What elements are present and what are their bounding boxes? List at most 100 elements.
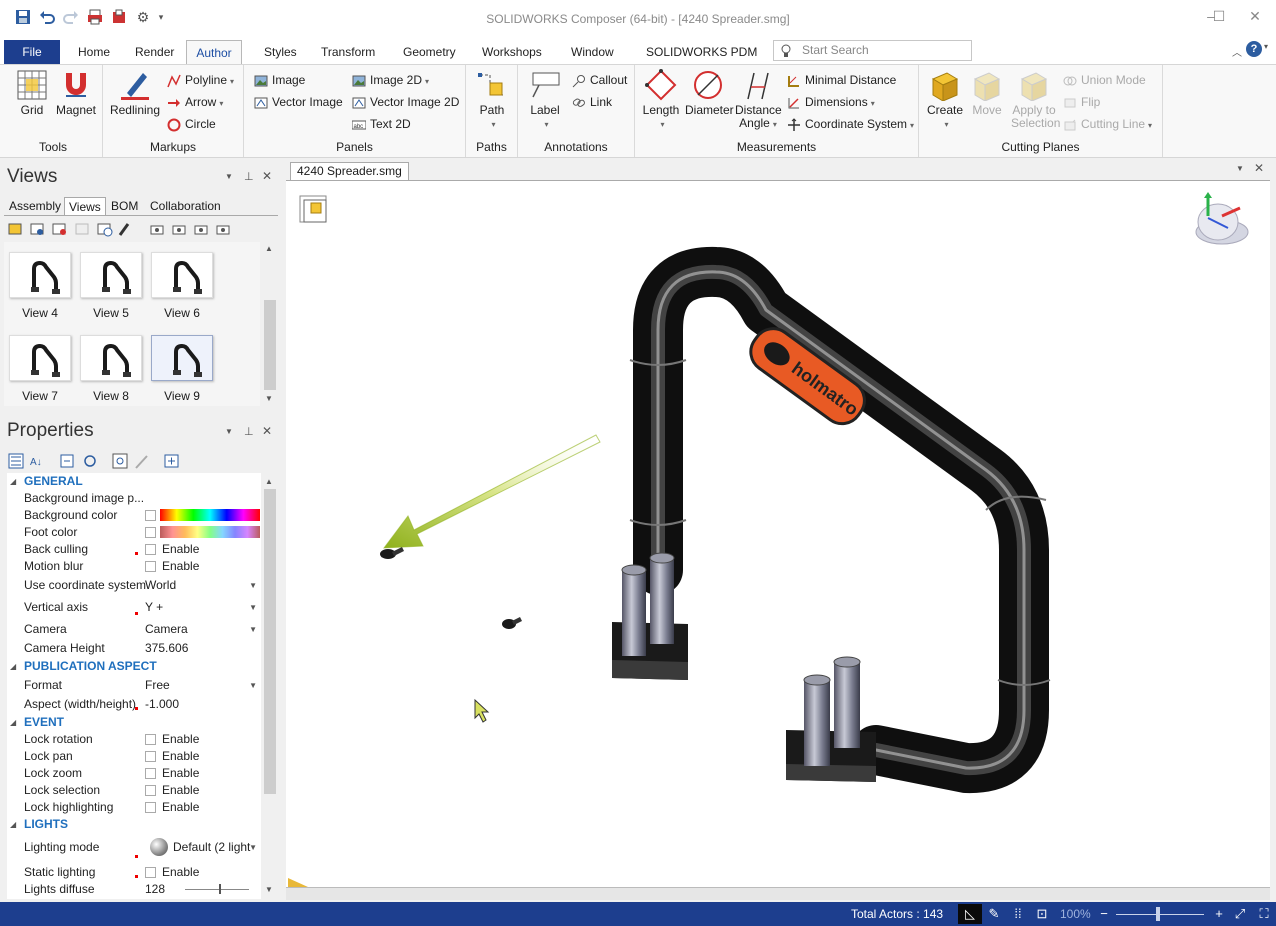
prop-foot-color[interactable]: Foot color — [7, 524, 261, 541]
3d-viewport[interactable]: holmatro — [286, 190, 1270, 887]
views-panel-close-icon[interactable]: ✕ — [262, 169, 272, 183]
prop-static-lighting[interactable]: Static lighting Enable — [7, 864, 261, 881]
fit-to-screen-icon[interactable]: ⤢ — [1232, 906, 1248, 922]
prop-background-image[interactable]: Background image p... — [7, 490, 261, 507]
tab-geometry[interactable]: Geometry — [391, 40, 468, 64]
prop-back-culling[interactable]: Back culling Enable — [7, 541, 261, 558]
text2d-button[interactable]: abc Text 2D — [352, 115, 411, 133]
document-close-icon[interactable]: ✕ — [1254, 161, 1264, 175]
tab-solidworks-pdm[interactable]: SOLIDWORKS PDM — [634, 40, 769, 64]
redlining-button[interactable]: Redlining — [109, 69, 161, 117]
views-scrollbar[interactable]: ▲ ▼ — [262, 242, 278, 406]
file-menu[interactable]: File — [4, 40, 60, 64]
prop-lighting-mode[interactable]: Lighting mode Default (2 light ▼ — [7, 838, 261, 858]
tab-workshops[interactable]: Workshops — [470, 40, 554, 64]
view-thumbnail[interactable] — [151, 335, 213, 381]
flip-button[interactable]: Flip — [1063, 93, 1100, 111]
dimensions-button[interactable]: Dimensions ▾ — [787, 93, 875, 111]
lock-highlighting-checkbox[interactable] — [145, 802, 156, 814]
circle-button[interactable]: Circle — [167, 115, 216, 133]
close-button[interactable]: ✕ — [1240, 6, 1270, 26]
prop-camera-height[interactable]: Camera Height 375.606 — [7, 640, 261, 657]
apply-to-selection-button[interactable]: Apply to Selection — [1011, 69, 1060, 130]
view-thumbnail[interactable] — [80, 252, 142, 298]
vector-image2d-button[interactable]: Vector Image 2D — [352, 93, 459, 111]
help-icon[interactable]: ? — [1246, 41, 1262, 57]
properties-scrollbar[interactable]: ▲ ▼ — [262, 473, 278, 899]
zoom-in-icon[interactable]: + — [1211, 906, 1227, 922]
brush-status-icon[interactable]: ✎ — [986, 906, 1002, 922]
callout-button[interactable]: Callout — [572, 71, 627, 89]
document-menu-icon[interactable]: ▼ — [1236, 164, 1244, 173]
view-thumbnail[interactable] — [9, 252, 71, 298]
magnet-button[interactable]: Magnet — [54, 69, 98, 117]
prop-aspect[interactable]: Aspect (width/height) -1.000 — [7, 696, 261, 713]
properties-panel-pin-icon[interactable]: ⊥ — [244, 425, 254, 438]
prop-lock-highlighting[interactable]: Lock highlighting Enable — [7, 799, 261, 816]
create-button[interactable]: Create ▾ — [925, 69, 965, 131]
tab-collaboration[interactable]: Collaboration — [146, 197, 225, 215]
prop-camera[interactable]: Camera Camera ▼ — [7, 621, 261, 638]
minimal-distance-button[interactable]: Minimal Distance — [787, 71, 896, 89]
prop-background-color[interactable]: Background color — [7, 507, 261, 524]
path-button[interactable]: Path ▾ — [472, 69, 512, 131]
zoom-slider[interactable] — [1116, 914, 1204, 915]
view-thumbnail[interactable] — [9, 335, 71, 381]
background-color-swatch[interactable] — [160, 509, 260, 521]
prop-format[interactable]: Format Free ▼ — [7, 677, 261, 694]
arrow-button[interactable]: Arrow ▾ — [167, 93, 223, 111]
vector-image-button[interactable]: Vector Image — [254, 93, 343, 111]
grid-status-icon[interactable]: ⁞⁞ — [1010, 906, 1026, 922]
length-button[interactable]: Length ▾ — [641, 69, 681, 131]
back-culling-checkbox[interactable] — [145, 544, 156, 556]
search-input[interactable]: Start Search — [773, 40, 972, 61]
foot-color-swatch[interactable] — [160, 526, 260, 538]
views-panel-pin-icon[interactable]: ⊥ — [244, 170, 254, 183]
category-lights[interactable]: ◢ LIGHTS — [7, 816, 261, 833]
tab-styles[interactable]: Styles — [252, 40, 309, 64]
move-button[interactable]: Move — [967, 69, 1007, 117]
zoom-slider-thumb[interactable] — [1156, 907, 1160, 921]
help-dropdown-icon[interactable]: ▾ — [1264, 42, 1268, 51]
properties-panel-menu-icon[interactable]: ▼ — [225, 427, 233, 436]
coordinate-system-button[interactable]: Coordinate System ▾ — [787, 115, 914, 133]
tab-assembly[interactable]: Assembly — [5, 197, 65, 215]
prop-lock-selection[interactable]: Lock selection Enable — [7, 782, 261, 799]
fullscreen-icon[interactable]: ⛶ — [1256, 906, 1272, 922]
maximize-button[interactable]: ☐ — [1204, 6, 1234, 26]
union-mode-button[interactable]: Union Mode — [1063, 71, 1146, 89]
lock-selection-checkbox[interactable] — [145, 785, 156, 797]
prop-lock-rotation[interactable]: Lock rotation Enable — [7, 731, 261, 748]
polyline-button[interactable]: Polyline ▾ — [167, 71, 234, 89]
prop-lock-pan[interactable]: Lock pan Enable — [7, 748, 261, 765]
image-button[interactable]: Image — [254, 71, 305, 89]
lock-rotation-checkbox[interactable] — [145, 734, 156, 746]
static-lighting-checkbox[interactable] — [145, 867, 156, 879]
tab-transform[interactable]: Transform — [309, 40, 387, 64]
image2d-button[interactable]: Image 2D ▾ — [352, 71, 429, 89]
frame-status-icon[interactable]: ⊡ — [1034, 906, 1050, 922]
tab-author[interactable]: Author — [186, 40, 242, 64]
views-panel-menu-icon[interactable]: ▼ — [225, 172, 233, 181]
lock-zoom-checkbox[interactable] — [145, 768, 156, 780]
prop-lights-diffuse[interactable]: Lights diffuse 128 — [7, 881, 261, 898]
properties-panel-close-icon[interactable]: ✕ — [262, 424, 272, 438]
tab-render[interactable]: Render — [123, 40, 186, 64]
distance-angle-button[interactable]: Distance Angle ▾ — [735, 69, 782, 131]
category-publication-aspect[interactable]: ◢ PUBLICATION ASPECT — [7, 658, 261, 675]
view-thumbnail[interactable] — [151, 252, 213, 298]
link-button[interactable]: Link — [572, 93, 612, 111]
zoom-out-icon[interactable]: − — [1096, 906, 1112, 922]
prop-vertical-axis[interactable]: Vertical axis Y + ▼ — [7, 599, 261, 616]
tab-window[interactable]: Window — [559, 40, 626, 64]
diameter-button[interactable]: Diameter — [685, 69, 734, 117]
measure-tool-icon[interactable]: ◺ — [962, 906, 978, 922]
category-event[interactable]: ◢ EVENT — [7, 714, 261, 731]
view-thumbnail[interactable] — [80, 335, 142, 381]
tab-bom[interactable]: BOM — [107, 197, 142, 215]
category-general[interactable]: ◢ GENERAL — [7, 473, 261, 490]
tab-views[interactable]: Views — [64, 197, 106, 215]
label-button[interactable]: Label ▾ — [524, 69, 566, 131]
lock-pan-checkbox[interactable] — [145, 751, 156, 763]
prop-lock-zoom[interactable]: Lock zoom Enable — [7, 765, 261, 782]
